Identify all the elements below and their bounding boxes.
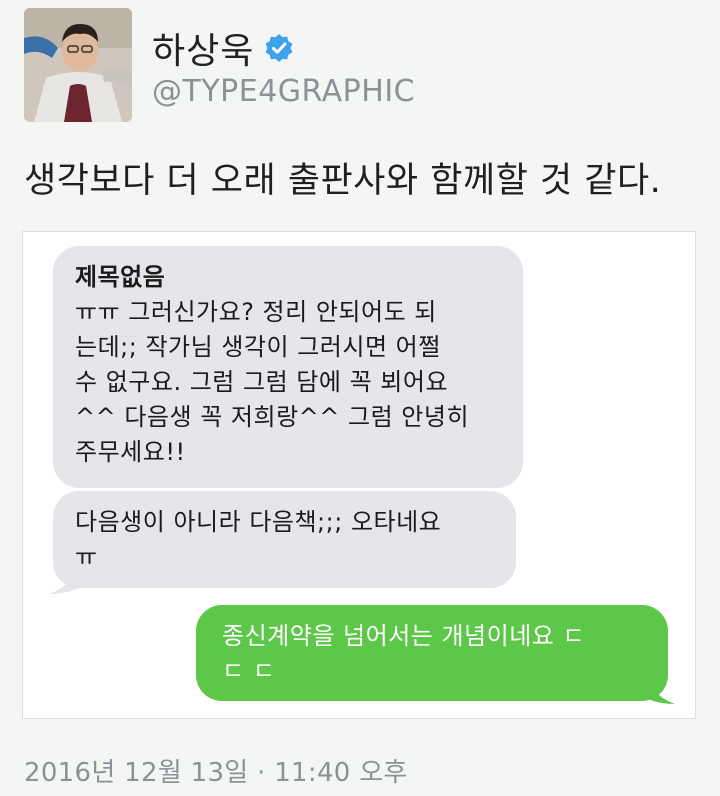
user-name[interactable]: 하상욱 xyxy=(152,22,254,74)
user-name-row: 하상욱 xyxy=(152,22,294,74)
message-line: ㄷ ㄷ xyxy=(222,657,276,685)
message-line: 는데;; 작가님 생각이 그러시면 어쩔 xyxy=(75,333,441,361)
tweet-timestamp[interactable]: 2016년 12월 13일 · 11:40 오후 xyxy=(24,752,408,789)
profile-avatar[interactable] xyxy=(24,8,132,122)
received-message-bubble: 다음생이 아니라 다음책;;; 오타네요 ㅠ xyxy=(53,491,516,588)
message-line: 주무세요!! xyxy=(75,438,186,466)
sent-message-bubble: 종신계약을 넘어서는 개념이네요 ㄷ ㄷ ㄷ xyxy=(196,605,668,701)
message-line: ㅠㅠ 그러신가요? 정리 안되어도 되 xyxy=(75,298,437,326)
avatar-photo xyxy=(24,8,132,122)
tweet-text: 생각보다 더 오래 출판사와 함께할 것 같다. xyxy=(24,161,662,201)
received-message-bubble: 제목없음 ㅠㅠ 그러신가요? 정리 안되어도 되 는데;; 작가님 생각이 그러… xyxy=(53,246,523,488)
message-title: 제목없음 xyxy=(75,263,166,291)
message-line: 다음생이 아니라 다음책;;; 오타네요 xyxy=(75,508,442,536)
message-line: ㅠ xyxy=(75,543,98,571)
message-line: 종신계약을 넘어서는 개념이네요 ㄷ xyxy=(222,622,586,650)
message-line: 수 없구요. 그럼 그럼 담에 꼭 뵈어요 xyxy=(75,368,449,396)
verified-badge-icon xyxy=(265,34,293,62)
tweet-photo[interactable]: 제목없음 ㅠㅠ 그러신가요? 정리 안되어도 되 는데;; 작가님 생각이 그러… xyxy=(22,231,696,719)
user-handle[interactable]: @TYPE4GRAPHIC xyxy=(152,74,415,109)
message-line: ^^ 다음생 꼭 저희랑^^ 그럼 안녕히 xyxy=(75,403,470,431)
